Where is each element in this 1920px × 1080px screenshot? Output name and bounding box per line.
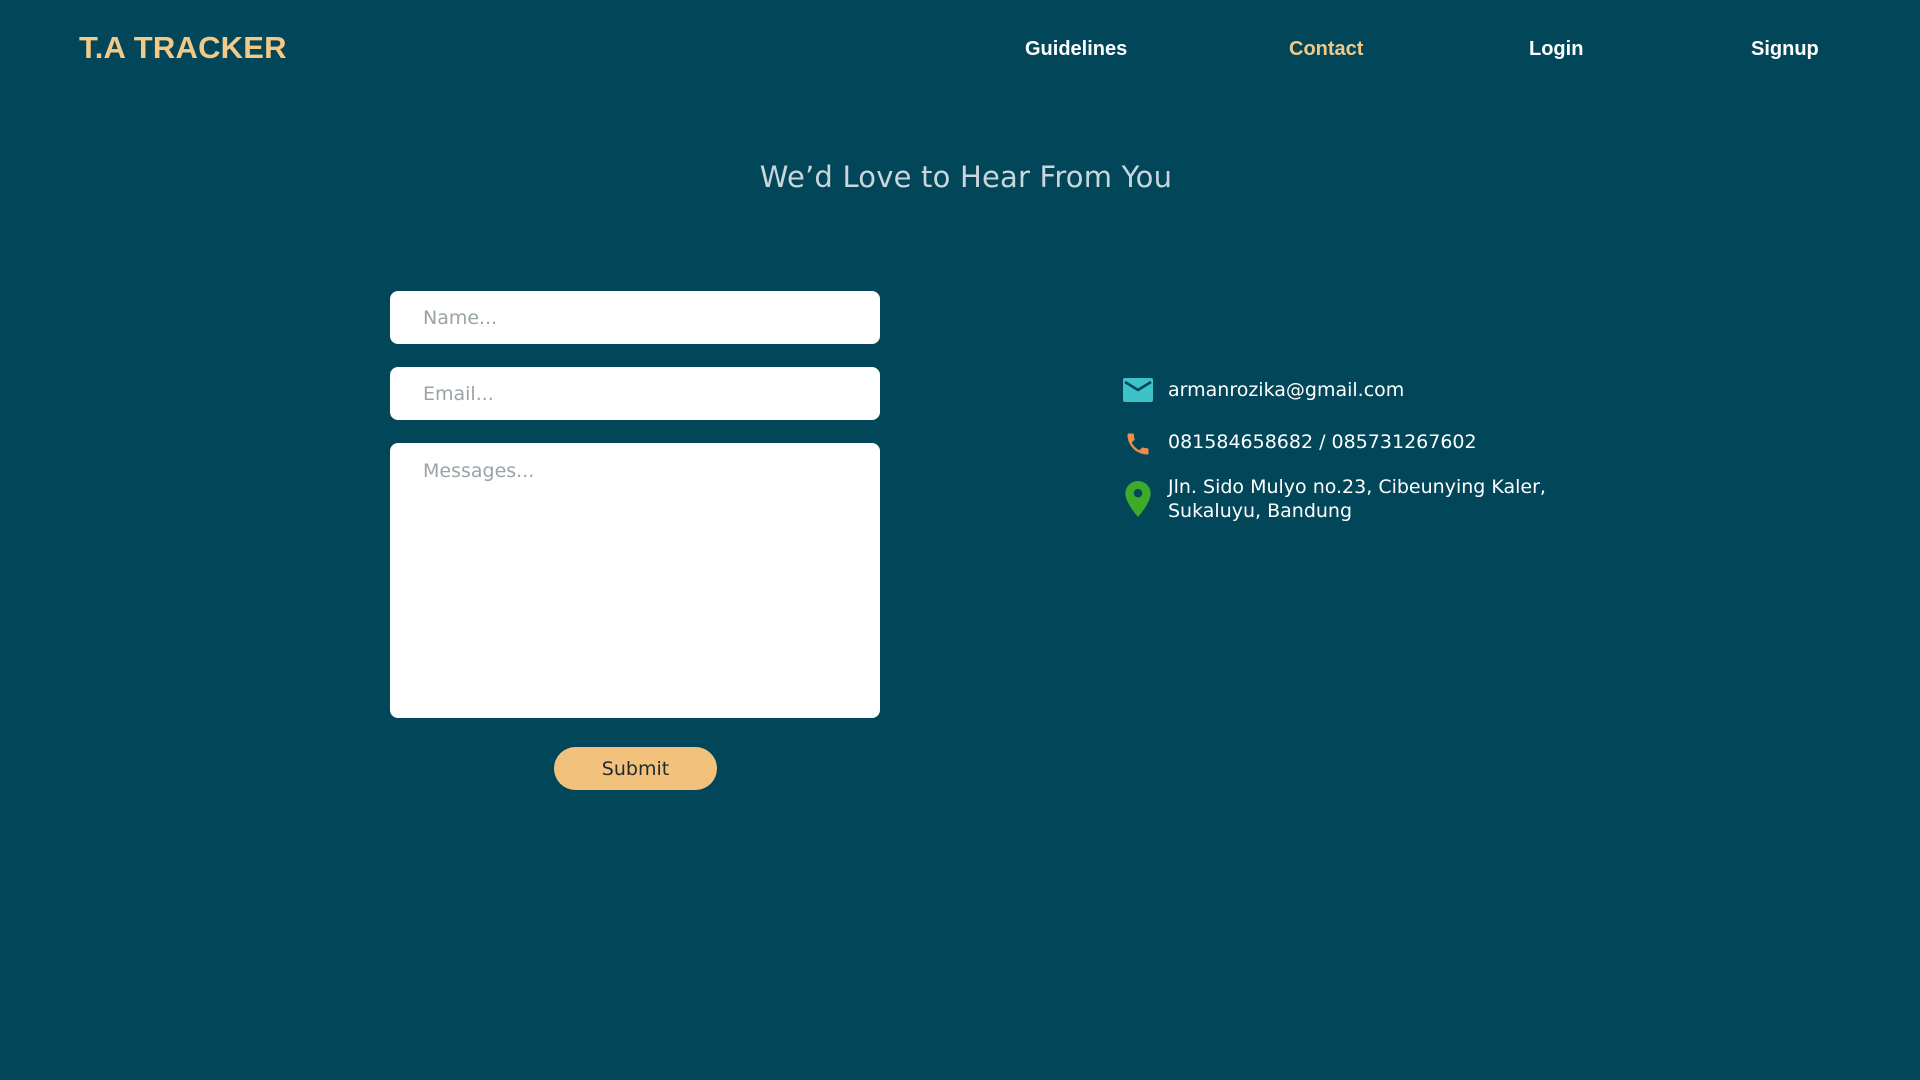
submit-button[interactable]: Submit [554,747,717,790]
contact-email-row: armanrozika@gmail.com [1120,378,1404,402]
nav-contact[interactable]: Contact [1289,38,1363,61]
nav-login[interactable]: Login [1529,38,1583,61]
address-line-2: Sukaluyu, Bandung [1168,500,1353,522]
contact-phone-row: 081584658682 / 085731267602 [1120,430,1477,458]
message-textarea[interactable] [390,443,880,718]
contact-address-row: Jln. Sido Mulyo no.23, Cibeunying Kaler,… [1120,475,1546,523]
mail-icon [1120,378,1156,402]
page-headline: We’d Love to Hear From You [759,160,1173,194]
contact-phone: 081584658682 / 085731267602 [1168,431,1477,453]
name-input[interactable] [390,291,880,344]
contact-email[interactable]: armanrozika@gmail.com [1168,378,1404,402]
brand-logo[interactable]: T.A TRACKER [79,30,287,66]
nav-signup[interactable]: Signup [1751,38,1819,61]
contact-address: Jln. Sido Mulyo no.23, Cibeunying Kaler,… [1168,475,1546,523]
address-line-1: Jln. Sido Mulyo no.23, Cibeunying Kaler, [1168,476,1546,498]
phone-icon [1120,430,1156,458]
nav-guidelines[interactable]: Guidelines [1025,38,1127,61]
email-input[interactable] [390,367,880,420]
location-pin-icon [1120,475,1156,517]
